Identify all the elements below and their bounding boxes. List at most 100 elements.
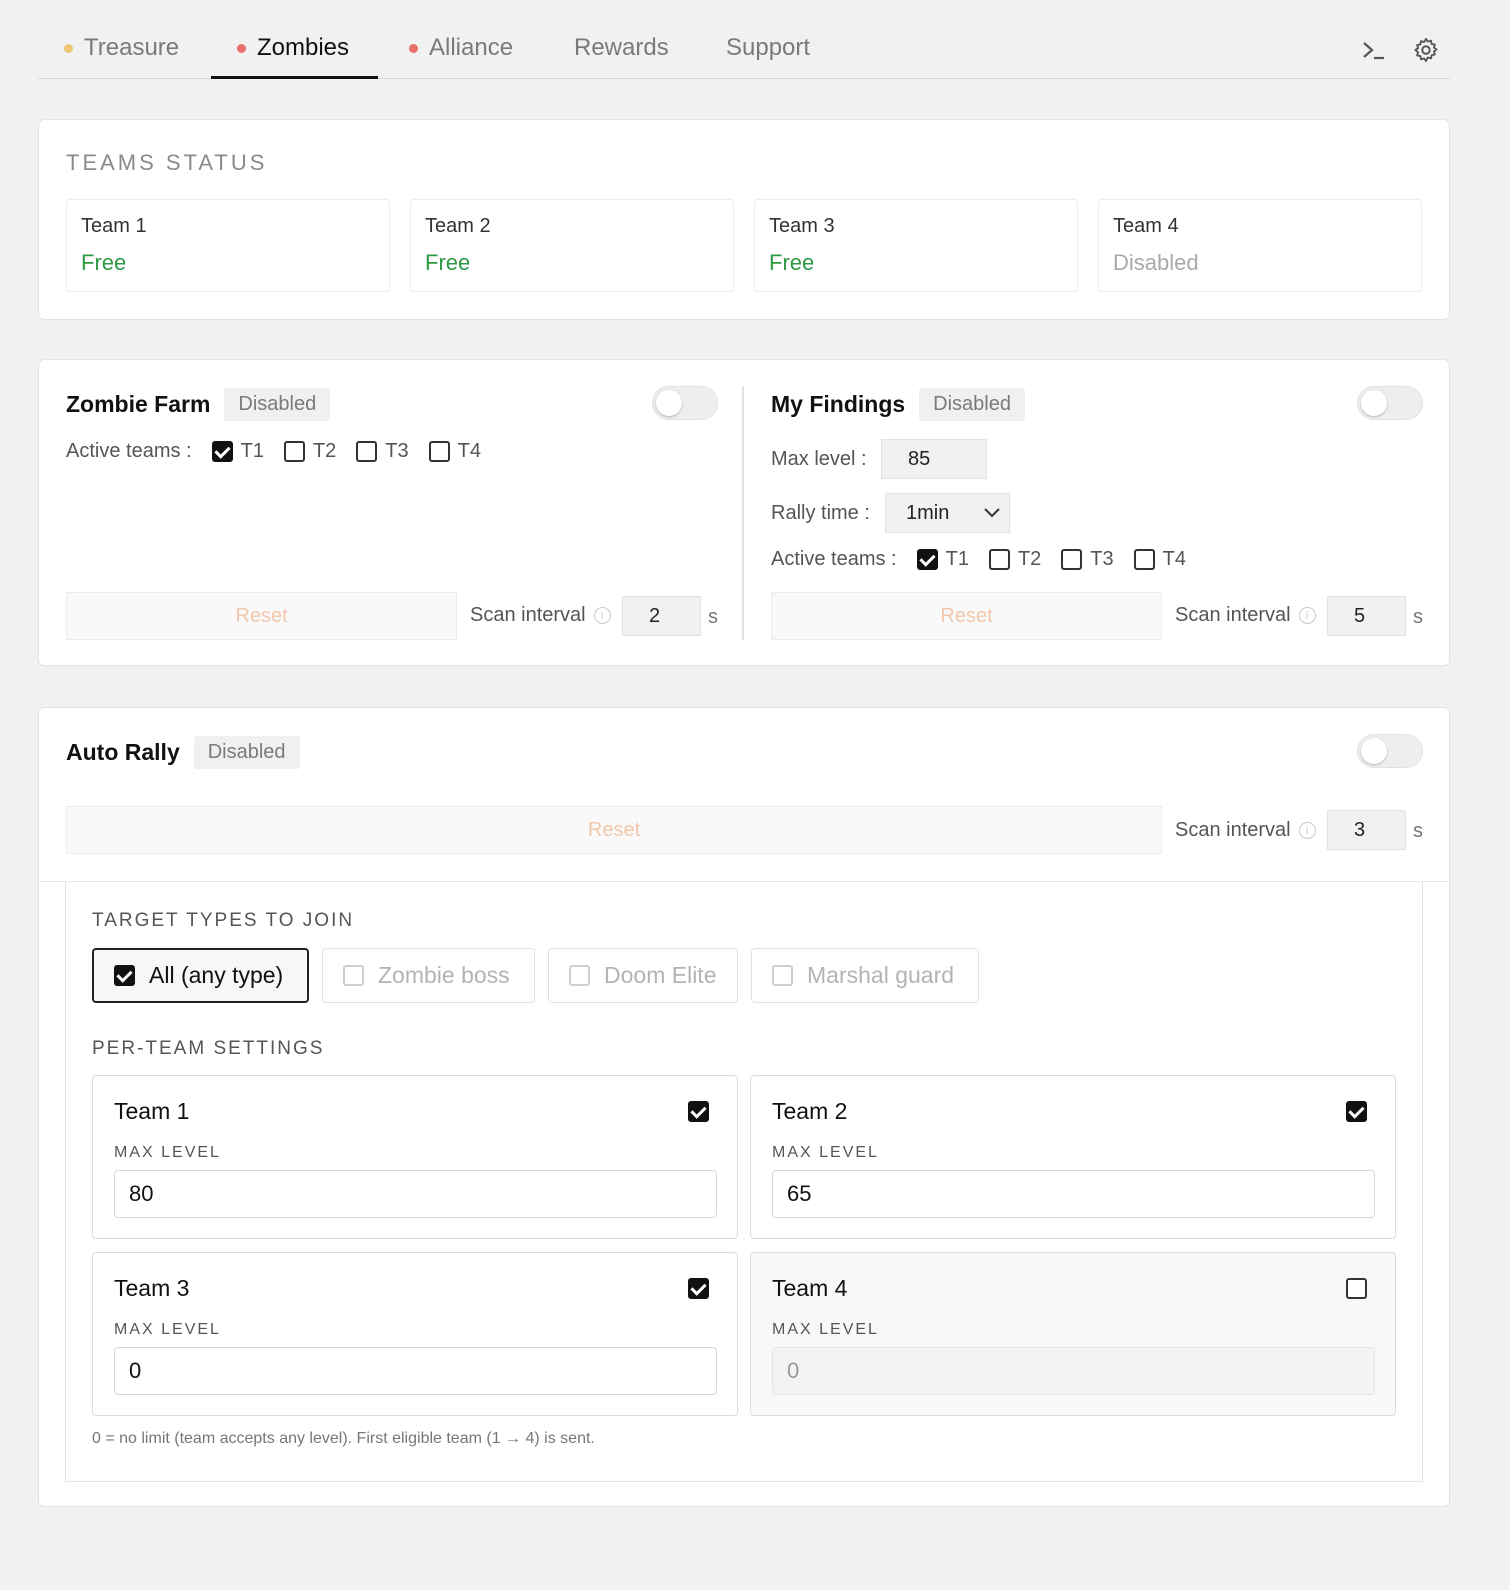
team-checkbox-t4[interactable]: T4	[428, 440, 481, 463]
gear-icon[interactable]	[1410, 34, 1442, 66]
max-level-input[interactable]: 0	[114, 1347, 717, 1395]
scan-unit: s	[1413, 606, 1423, 628]
tab-label: Alliance	[429, 34, 514, 61]
max-level-label: MAX LEVEL	[114, 1321, 221, 1338]
target-types-title: TARGET TYPES TO JOIN	[92, 910, 355, 931]
farm-findings-card: Zombie Farm Disabled Active teams : T1 T…	[38, 359, 1450, 666]
team-checkbox-t2[interactable]: T2	[283, 440, 336, 463]
status-badge: Disabled	[224, 388, 331, 421]
tab-zombies[interactable]: Zombies	[237, 32, 349, 78]
target-type-doom-elite[interactable]: Doom Elite	[548, 948, 738, 1003]
team-enable-checkbox[interactable]	[1346, 1278, 1367, 1299]
team-enable-checkbox[interactable]	[1346, 1101, 1367, 1122]
zombie-farm-active-teams: Active teams : T1 T2 T3 T4	[66, 440, 481, 463]
max-level-label: MAX LEVEL	[772, 1144, 879, 1161]
scan-interval-label: Scan interval i	[1175, 604, 1316, 627]
team-checkbox-t4[interactable]: T4	[1133, 548, 1186, 571]
status-dot	[237, 44, 246, 53]
team-checkbox-t3[interactable]: T3	[1061, 548, 1114, 571]
reset-button[interactable]: Reset	[771, 592, 1162, 640]
auto-rally-settings-panel: TARGET TYPES TO JOIN All (any type) Zomb…	[65, 882, 1423, 1482]
divider	[742, 386, 744, 640]
team-name: Team 2	[425, 215, 491, 237]
target-type-zombie-boss[interactable]: Zombie boss	[322, 948, 535, 1003]
status-dot	[409, 44, 418, 53]
tab-bar: Treasure Zombies Alliance Rewards Suppor…	[38, 20, 1450, 79]
per-team-title: PER-TEAM SETTINGS	[92, 1038, 325, 1059]
scan-unit: s	[708, 606, 718, 628]
tab-label: Support	[726, 34, 811, 61]
status-badge: Disabled	[193, 736, 300, 769]
tab-label: Treasure	[84, 34, 180, 61]
module-title: Zombie Farm	[66, 391, 211, 417]
team-status: Free	[81, 250, 127, 275]
team-name: Team 4	[1113, 215, 1179, 237]
status-badge: Disabled	[919, 388, 1025, 421]
zombie-farm-toggle[interactable]	[652, 386, 718, 420]
rally-time-value: 1min	[906, 501, 950, 524]
help-note: 0 = no limit (team accepts any level). F…	[92, 1430, 595, 1447]
scan-interval-input[interactable]: 2	[622, 596, 701, 636]
my-findings-toggle[interactable]	[1357, 386, 1423, 420]
team-title: Team 3	[114, 1275, 190, 1301]
max-level-label: MAX LEVEL	[114, 1144, 221, 1161]
scan-unit: s	[1413, 820, 1423, 842]
section-title: TEAMS STATUS	[66, 150, 268, 175]
per-team-card-4: Team 4 MAX LEVEL 0	[750, 1252, 1396, 1416]
info-icon: i	[1298, 822, 1316, 839]
reset-button[interactable]: Reset	[66, 806, 1162, 854]
team-checkbox-t1[interactable]: T1	[211, 440, 264, 463]
team-enable-checkbox[interactable]	[688, 1101, 709, 1122]
team-status-4: Team 4 Disabled	[1098, 199, 1422, 292]
module-title: Auto Rally	[66, 739, 180, 765]
auto-rally-header: Auto Rally Disabled	[66, 736, 300, 769]
team-title: Team 1	[114, 1098, 190, 1124]
max-level-input[interactable]: 85	[881, 439, 987, 479]
team-name: Team 1	[81, 215, 147, 237]
auto-rally-toggle[interactable]	[1357, 734, 1423, 768]
team-status: Free	[425, 250, 471, 275]
tab-treasure[interactable]: Treasure	[64, 32, 179, 78]
rally-time-label: Rally time :	[771, 502, 870, 524]
team-status-1: Team 1 Free	[66, 199, 390, 292]
rally-time-select[interactable]: 1min	[885, 493, 1010, 533]
team-status: Disabled	[1113, 250, 1199, 275]
tab-support[interactable]: Support	[726, 32, 810, 78]
max-level-input[interactable]: 0	[772, 1347, 1375, 1395]
reset-button[interactable]: Reset	[66, 592, 457, 640]
active-teams-label: Active teams :	[771, 548, 897, 570]
max-level-input[interactable]: 65	[772, 1170, 1375, 1218]
team-checkbox-t1[interactable]: T1	[916, 548, 969, 571]
per-team-card-1: Team 1 MAX LEVEL 80	[92, 1075, 738, 1239]
team-checkbox-t3[interactable]: T3	[356, 440, 409, 463]
module-title: My Findings	[771, 391, 906, 417]
tab-label: Zombies	[257, 34, 350, 61]
target-type-marshal-guard[interactable]: Marshal guard	[751, 948, 979, 1003]
info-icon: i	[593, 607, 611, 624]
scan-interval-label: Scan interval i	[470, 604, 611, 627]
team-status: Free	[769, 250, 815, 275]
scan-interval-label: Scan interval i	[1175, 819, 1316, 842]
status-dot	[64, 44, 73, 53]
auto-rally-card: Auto Rally Disabled Reset Scan interval i…	[38, 707, 1450, 1507]
scan-interval-input[interactable]: 3	[1327, 810, 1406, 850]
tab-alliance[interactable]: Alliance	[409, 32, 513, 78]
chevron-down-icon	[984, 508, 1000, 518]
zombie-farm-header: Zombie Farm Disabled	[66, 388, 331, 421]
scan-interval-input[interactable]: 5	[1327, 596, 1406, 636]
teams-status-card: TEAMS STATUS Team 1 Free Team 2 Free Tea…	[38, 119, 1450, 320]
team-status-2: Team 2 Free	[410, 199, 734, 292]
tab-rewards[interactable]: Rewards	[574, 32, 669, 78]
terminal-icon[interactable]	[1358, 34, 1390, 66]
max-level-input[interactable]: 80	[114, 1170, 717, 1218]
team-enable-checkbox[interactable]	[688, 1278, 709, 1299]
per-team-card-3: Team 3 MAX LEVEL 0	[92, 1252, 738, 1416]
team-checkbox-t2[interactable]: T2	[988, 548, 1041, 571]
team-status-3: Team 3 Free	[754, 199, 1078, 292]
info-icon: i	[1298, 607, 1316, 624]
max-level-label: MAX LEVEL	[772, 1321, 879, 1338]
active-teams-label: Active teams :	[66, 440, 192, 462]
active-tab-indicator	[211, 76, 378, 79]
team-title: Team 2	[772, 1098, 848, 1124]
target-type-all[interactable]: All (any type)	[92, 948, 309, 1003]
